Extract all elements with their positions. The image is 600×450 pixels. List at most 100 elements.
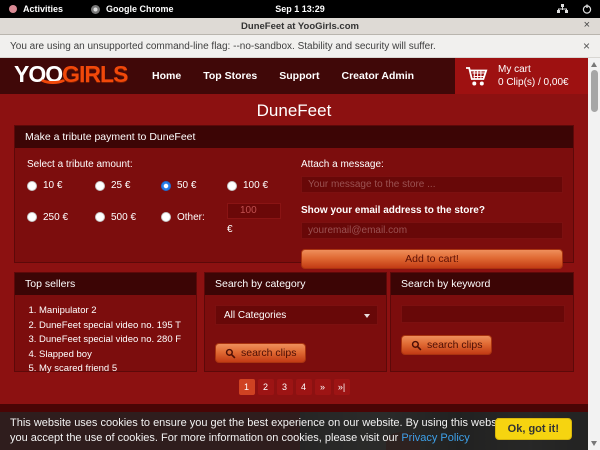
logo-smile-icon xyxy=(38,70,68,84)
pagination: 1234»»| xyxy=(0,379,588,395)
radio-option-label: 50 € xyxy=(177,180,196,191)
top-sellers-list: Manipulator 2DuneFeet special video no. … xyxy=(39,304,196,377)
cookie-consent-bar: This website uses cookies to ensure you … xyxy=(0,412,588,450)
category-search-panel: Search by category All Categories search… xyxy=(204,272,387,372)
radio-icon xyxy=(161,181,171,191)
category-search-header: Search by category xyxy=(205,273,386,295)
radio-icon xyxy=(27,181,37,191)
radio-icon xyxy=(27,212,37,222)
radio-option[interactable]: 25 € xyxy=(95,180,161,191)
scrollbar-track[interactable] xyxy=(588,58,600,450)
top-seller-item[interactable]: Manipulator 2 xyxy=(39,304,196,319)
radio-icon xyxy=(95,181,105,191)
radio-option[interactable]: 250 € xyxy=(27,200,95,235)
chrome-app-button[interactable]: Google Chrome xyxy=(91,4,174,14)
amount-label: Select a tribute amount: xyxy=(27,159,133,170)
infobar-message: You are using an unsupported command-lin… xyxy=(10,41,436,52)
radio-option-label: 500 € xyxy=(111,212,136,223)
page-title: DuneFeet xyxy=(0,101,588,121)
add-to-cart-button[interactable]: Add to cart! xyxy=(301,249,563,269)
email-input[interactable] xyxy=(301,222,563,239)
radio-icon xyxy=(161,212,171,222)
keyword-input[interactable] xyxy=(401,305,565,323)
cookie-message: This website uses cookies to ensure you … xyxy=(10,416,515,446)
radio-option-label: 250 € xyxy=(43,212,68,223)
window-close-icon[interactable]: × xyxy=(584,19,590,31)
footer-strip xyxy=(0,404,588,412)
screen: Activities Google Chrome Sep 1 13:29 Dun… xyxy=(0,0,600,450)
top-seller-item[interactable]: DuneFeet special video no. 195 T xyxy=(39,319,196,334)
scroll-up-icon[interactable] xyxy=(591,62,597,67)
search-icon xyxy=(411,340,422,351)
cart-title: My cart xyxy=(498,63,569,76)
radio-option[interactable]: 10 € xyxy=(27,180,95,191)
nav-item[interactable]: Home xyxy=(152,70,181,82)
top-seller-item[interactable]: My scared friend 5 xyxy=(39,362,196,377)
keyword-search-button[interactable]: search clips xyxy=(401,335,492,355)
top-seller-item[interactable]: DuneFeet special video no. 280 F xyxy=(39,333,196,348)
page-button[interactable]: 4 xyxy=(296,379,312,395)
radio-option[interactable]: Other: xyxy=(161,200,227,235)
activities-button[interactable]: Activities xyxy=(23,4,63,14)
nav-item[interactable]: Top Stores xyxy=(203,70,257,82)
chrome-app-label: Google Chrome xyxy=(106,4,174,14)
email-label: Show your email address to the store? xyxy=(301,205,485,216)
clock[interactable]: Sep 1 13:29 xyxy=(275,4,325,14)
top-seller-item[interactable]: Slapped boy xyxy=(39,348,196,363)
activities-indicator-icon xyxy=(9,5,17,13)
page-button[interactable]: » xyxy=(315,379,331,395)
page-button[interactable]: 3 xyxy=(277,379,293,395)
infobar-close-icon[interactable]: × xyxy=(583,39,590,53)
radio-option-label: Other: xyxy=(177,212,205,223)
radio-option[interactable]: 100 € xyxy=(227,180,297,191)
tribute-message-column: Attach a message: Show your email addres… xyxy=(301,154,563,269)
page-button[interactable]: 2 xyxy=(258,379,274,395)
scroll-down-icon[interactable] xyxy=(591,441,597,446)
cookie-ok-button[interactable]: Ok, got it! xyxy=(495,418,572,440)
scrollbar-thumb[interactable] xyxy=(591,70,598,112)
keyword-search-panel: Search by keyword search clips xyxy=(390,272,574,372)
site-header: YOOGIRLS Home Top Stores Support Creator Ad… xyxy=(0,58,588,94)
radio-icon xyxy=(227,181,237,191)
tribute-amount-column: Select a tribute amount: 10 € 25 € xyxy=(27,154,295,235)
chrome-icon xyxy=(91,5,100,14)
radio-option[interactable]: 50 € xyxy=(161,180,227,191)
cart-summary: 0 Clip(s) / 0,00€ xyxy=(498,76,569,89)
category-search-button[interactable]: search clips xyxy=(215,343,306,363)
logo-text-girls: GIRLS xyxy=(62,61,127,87)
tribute-panel: Make a tribute payment to DuneFeet Selec… xyxy=(14,125,574,263)
cart-box[interactable]: My cart 0 Clip(s) / 0,00€ xyxy=(455,58,588,94)
network-icon[interactable] xyxy=(557,4,568,14)
radio-option[interactable]: 500 € xyxy=(95,200,161,235)
desktop-top-bar: Activities Google Chrome Sep 1 13:29 xyxy=(0,0,600,18)
window-titlebar[interactable]: DuneFeet at YooGirls.com × xyxy=(0,18,600,35)
category-select-value: All Categories xyxy=(224,310,286,321)
chevron-down-icon xyxy=(364,314,370,318)
privacy-policy-link[interactable]: Privacy Policy xyxy=(401,432,469,444)
nav-item[interactable]: Support xyxy=(279,70,319,82)
power-icon[interactable] xyxy=(582,4,592,14)
radio-option-label: 25 € xyxy=(111,180,130,191)
currency-label: € xyxy=(227,224,297,235)
keyword-search-button-label: search clips xyxy=(427,339,482,351)
page-button[interactable]: »| xyxy=(334,379,350,395)
radio-option-label: 10 € xyxy=(43,180,62,191)
page-button[interactable]: 1 xyxy=(239,379,255,395)
cart-icon xyxy=(465,66,489,87)
nav-item[interactable]: Creator Admin xyxy=(342,70,415,82)
window-title: DuneFeet at YooGirls.com xyxy=(241,21,359,32)
message-input[interactable] xyxy=(301,176,563,193)
category-select[interactable]: All Categories xyxy=(215,305,378,325)
main-content: DuneFeet Make a tribute payment to DuneF… xyxy=(0,94,588,404)
tribute-panel-header: Make a tribute payment to DuneFeet xyxy=(15,126,573,148)
amount-options: 10 € 25 € 50 € xyxy=(27,180,295,235)
radio-option-label: 100 € xyxy=(243,180,268,191)
other-amount-cell: € xyxy=(227,200,297,235)
infobar: You are using an unsupported command-lin… xyxy=(0,35,600,58)
message-label: Attach a message: xyxy=(301,159,384,170)
category-search-button-label: search clips xyxy=(241,347,296,359)
other-amount-input[interactable] xyxy=(227,203,281,219)
search-icon xyxy=(225,348,236,359)
site-logo[interactable]: YOOGIRLS xyxy=(14,61,127,87)
top-sellers-panel: Top sellers Manipulator 2DuneFeet specia… xyxy=(14,272,197,372)
